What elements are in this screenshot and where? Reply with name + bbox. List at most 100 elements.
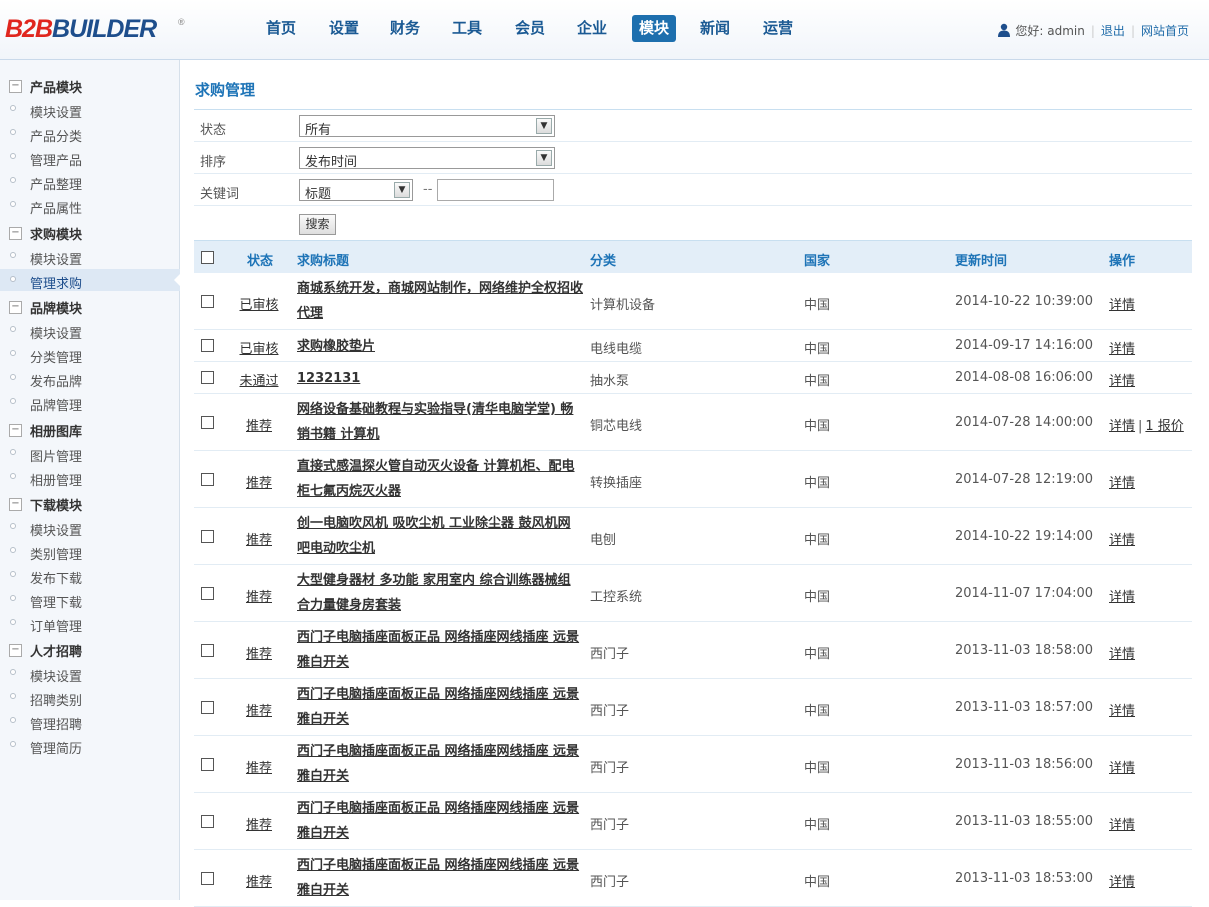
site-home-link[interactable]: 网站首页 (1141, 24, 1189, 38)
detail-link[interactable]: 详情 (1109, 818, 1135, 833)
sort-select[interactable]: 发布时间 ▼ (299, 147, 555, 170)
keyword-input[interactable] (437, 179, 554, 201)
sidebar-item[interactable]: 模块设置 (0, 319, 180, 342)
detail-link[interactable]: 详情 (1109, 476, 1135, 491)
nav-item[interactable]: 企业 (570, 15, 614, 42)
purchase-title-link[interactable]: 直接式感温探火管自动灭火设备 计算机柜、配电柜七氟丙烷灭火器 (297, 454, 583, 504)
collapse-icon[interactable]: − (9, 301, 22, 314)
status-link[interactable]: 推荐 (234, 415, 284, 434)
nav-item[interactable]: 运营 (756, 15, 800, 42)
quote-link[interactable]: 1 报价 (1145, 419, 1183, 434)
detail-link[interactable]: 详情 (1109, 419, 1135, 434)
status-link[interactable]: 推荐 (234, 871, 284, 890)
collapse-icon[interactable]: − (9, 498, 22, 511)
collapse-icon[interactable]: − (9, 424, 22, 437)
sidebar-item[interactable]: 类别管理 (0, 540, 180, 563)
detail-link[interactable]: 详情 (1109, 761, 1135, 776)
sidebar-item[interactable]: 品牌管理 (0, 391, 180, 414)
status-link[interactable]: 已审核 (234, 294, 284, 313)
status-link[interactable]: 推荐 (234, 586, 284, 605)
sidebar-item[interactable]: 图片管理 (0, 442, 180, 465)
purchase-title-link[interactable]: 创一电脑吹风机 吸吹尘机 工业除尘器 鼓风机网吧电动吹尘机 (297, 511, 583, 561)
detail-link[interactable]: 详情 (1109, 590, 1135, 605)
status-link[interactable]: 推荐 (234, 643, 284, 662)
nav-item[interactable]: 工具 (445, 15, 489, 42)
row-checkbox[interactable] (201, 339, 214, 352)
purchase-title-link[interactable]: 求购橡胶垫片 (297, 334, 583, 359)
status-link[interactable]: 推荐 (234, 529, 284, 548)
row-checkbox[interactable] (201, 872, 214, 885)
sidebar-group-header[interactable]: − 产品模块 (0, 74, 180, 98)
keyword-field-select[interactable]: 标题 ▼ (299, 179, 413, 202)
sidebar-item[interactable]: 模块设置 (0, 98, 180, 121)
status-link[interactable]: 推荐 (234, 757, 284, 776)
sidebar-item[interactable]: 招聘类别 (0, 686, 180, 709)
search-button[interactable]: 搜索 (299, 214, 336, 235)
collapse-icon[interactable]: − (9, 227, 22, 240)
purchase-title-link[interactable]: 大型健身器材 多功能 家用室内 综合训练器械组合力量健身房套装 (297, 568, 583, 618)
detail-link[interactable]: 详情 (1109, 342, 1135, 357)
sidebar-group-header[interactable]: − 相册图库 (0, 418, 180, 442)
row-checkbox[interactable] (201, 758, 214, 771)
sidebar-group-header[interactable]: − 求购模块 (0, 221, 180, 245)
select-all-checkbox[interactable] (201, 251, 214, 264)
purchase-title-link[interactable]: 西门子电脑插座面板正品 网络插座网线插座 远景雅白开关 (297, 739, 583, 789)
sidebar-item[interactable]: 模块设置 (0, 516, 180, 539)
status-link[interactable]: 推荐 (234, 700, 284, 719)
row-checkbox[interactable] (201, 371, 214, 384)
status-link[interactable]: 推荐 (234, 472, 284, 491)
row-checkbox[interactable] (201, 587, 214, 600)
nav-item[interactable]: 新闻 (693, 15, 737, 42)
detail-link[interactable]: 详情 (1109, 647, 1135, 662)
purchase-title-link[interactable]: 西门子电脑插座面板正品 网络插座网线插座 远景雅白开关 (297, 625, 583, 675)
sidebar-item[interactable]: 管理招聘 (0, 710, 180, 733)
status-link[interactable]: 未通过 (234, 370, 284, 389)
purchase-title-link[interactable]: 西门子电脑插座面板正品 网络插座网线插座 远景雅白开关 (297, 796, 583, 846)
row-checkbox[interactable] (201, 701, 214, 714)
status-link[interactable]: 已审核 (234, 338, 284, 357)
nav-item[interactable]: 首页 (259, 15, 303, 42)
purchase-title-link[interactable]: 商城系统开发，商城网站制作，网络维护全权招收代理 (297, 276, 583, 326)
status-link[interactable]: 推荐 (234, 814, 284, 833)
row-checkbox[interactable] (201, 416, 214, 429)
b2bbuilder-logo[interactable]: B2BBUILDER ® (5, 12, 185, 46)
sidebar-item[interactable]: 模块设置 (0, 662, 180, 685)
sidebar-group-header[interactable]: − 下载模块 (0, 492, 180, 516)
row-checkbox[interactable] (201, 295, 214, 308)
detail-link[interactable]: 详情 (1109, 875, 1135, 890)
row-checkbox[interactable] (201, 644, 214, 657)
sidebar-group-header[interactable]: − 人才招聘 (0, 638, 180, 662)
nav-item[interactable]: 财务 (383, 15, 427, 42)
purchase-title-link[interactable]: 1232131 (297, 366, 583, 391)
row-checkbox[interactable] (201, 473, 214, 486)
nav-item[interactable]: 设置 (322, 15, 366, 42)
sidebar-item[interactable]: 相册管理 (0, 466, 180, 489)
sidebar-item[interactable]: 产品整理 (0, 170, 180, 193)
logout-link[interactable]: 退出 (1101, 24, 1125, 38)
collapse-icon[interactable]: − (9, 80, 22, 93)
sidebar-item[interactable]: 订单管理 (0, 612, 180, 635)
sidebar-item[interactable]: 管理求购 (0, 269, 181, 292)
purchase-title-link[interactable]: 西门子电脑插座面板正品 网络插座网线插座 远景雅白开关 (297, 682, 583, 732)
sidebar-item[interactable]: 产品属性 (0, 194, 180, 217)
row-checkbox[interactable] (201, 815, 214, 828)
purchase-title-link[interactable]: 网络设备基础教程与实验指导(清华电脑学堂) 畅销书籍 计算机 (297, 397, 583, 447)
sidebar-item[interactable]: 产品分类 (0, 122, 180, 145)
status-select[interactable]: 所有 ▼ (299, 115, 555, 138)
collapse-icon[interactable]: − (9, 644, 22, 657)
sidebar-item[interactable]: 分类管理 (0, 343, 180, 366)
detail-link[interactable]: 详情 (1109, 374, 1135, 389)
sidebar-item[interactable]: 发布下载 (0, 564, 180, 587)
nav-item[interactable]: 模块 (632, 15, 677, 42)
detail-link[interactable]: 详情 (1109, 533, 1135, 548)
sidebar-item[interactable]: 管理产品 (0, 146, 180, 169)
detail-link[interactable]: 详情 (1109, 704, 1135, 719)
nav-item[interactable]: 会员 (508, 15, 552, 42)
sidebar-item[interactable]: 发布品牌 (0, 367, 180, 390)
sidebar-item[interactable]: 管理下载 (0, 588, 180, 611)
detail-link[interactable]: 详情 (1109, 298, 1135, 313)
purchase-title-link[interactable]: 西门子电脑插座面板正品 网络插座网线插座 远景雅白开关 (297, 853, 583, 903)
sidebar-item[interactable]: 模块设置 (0, 245, 180, 268)
sidebar-item[interactable]: 管理简历 (0, 734, 180, 757)
sidebar-group-header[interactable]: − 品牌模块 (0, 295, 180, 319)
